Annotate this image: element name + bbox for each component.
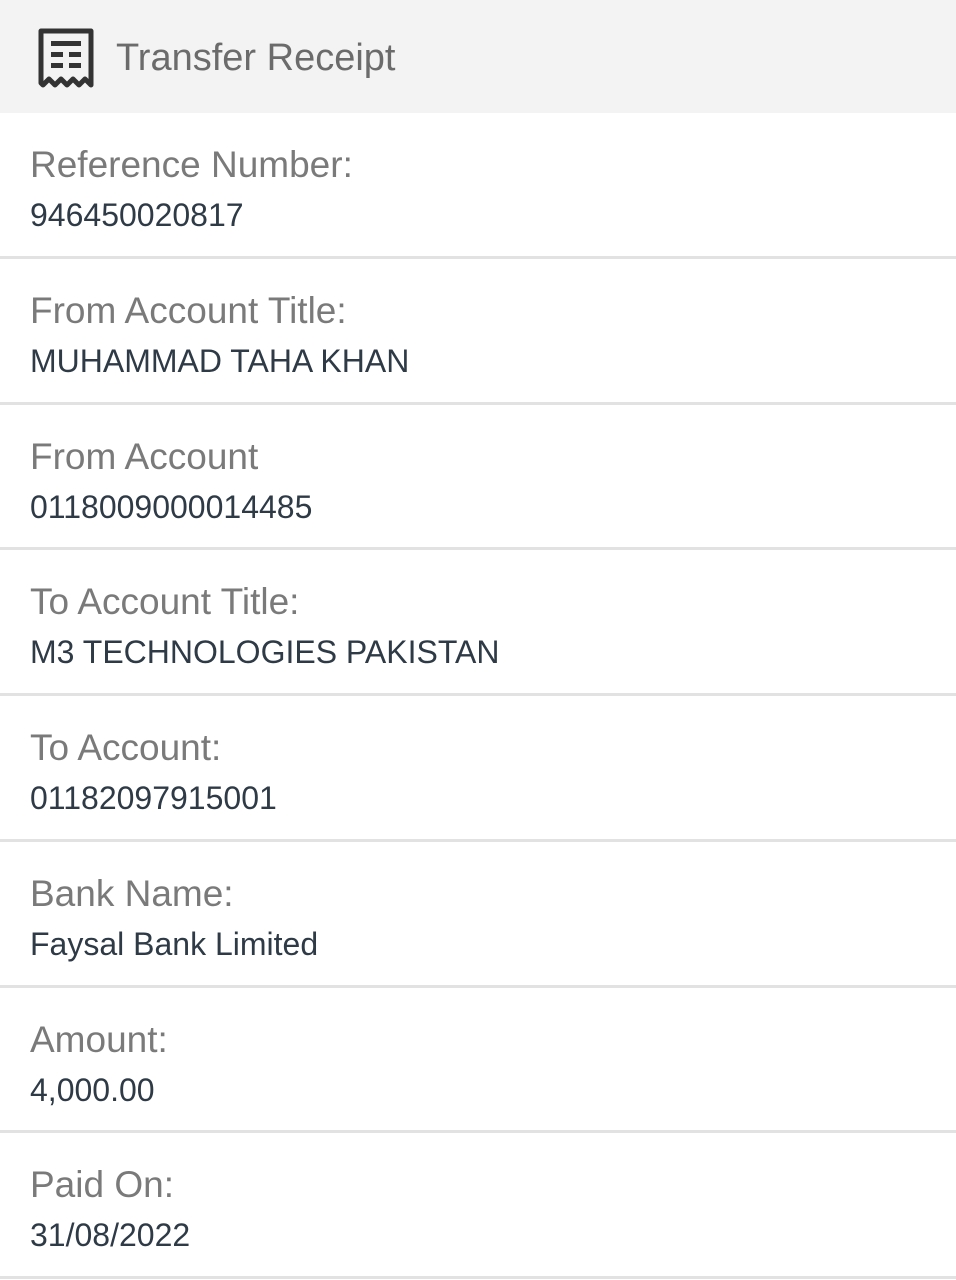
field-value: 0118009000014485 — [30, 488, 313, 525]
row-to-account-title: To Account Title: M3 TECHNOLOGIES PAKIST… — [0, 550, 956, 696]
field-value: 01182097915001 — [30, 780, 277, 816]
receipt-icon — [35, 25, 97, 93]
field-label: Bank Name: — [30, 872, 234, 914]
row-to-account: To Account: 01182097915001 — [0, 696, 956, 842]
field-label: From Account Title: — [30, 289, 347, 331]
row-from-account-title: From Account Title: MUHAMMAD TAHA KHAN — [0, 259, 956, 405]
row-paid-on: Paid On: 31/08/2022 — [0, 1133, 956, 1279]
field-label: Amount: — [30, 1018, 168, 1060]
field-label: Reference Number: — [30, 144, 353, 185]
field-value: 31/08/2022 — [30, 1217, 191, 1254]
receipt-details: Reference Number: 946450020817 From Acco… — [0, 113, 956, 1279]
page-title: Transfer Receipt — [116, 37, 396, 79]
field-label: To Account Title: — [30, 581, 300, 623]
field-value: MUHAMMAD TAHA KHAN — [30, 342, 410, 379]
row-reference-number: Reference Number: 946450020817 — [0, 113, 956, 259]
field-value: 946450020817 — [30, 197, 244, 233]
field-label: From Account — [30, 435, 259, 477]
row-amount: Amount: 4,000.00 — [0, 988, 956, 1134]
field-value: M3 TECHNOLOGIES PAKISTAN — [30, 634, 500, 671]
row-from-account: From Account 0118009000014485 — [0, 405, 956, 551]
row-bank-name: Bank Name: Faysal Bank Limited — [0, 842, 956, 988]
field-label: To Account: — [30, 727, 222, 768]
app-header: Transfer Receipt — [0, 0, 956, 113]
field-label: Paid On: — [30, 1164, 174, 1206]
field-value: 4,000.00 — [30, 1071, 155, 1108]
field-value: Faysal Bank Limited — [30, 925, 319, 962]
